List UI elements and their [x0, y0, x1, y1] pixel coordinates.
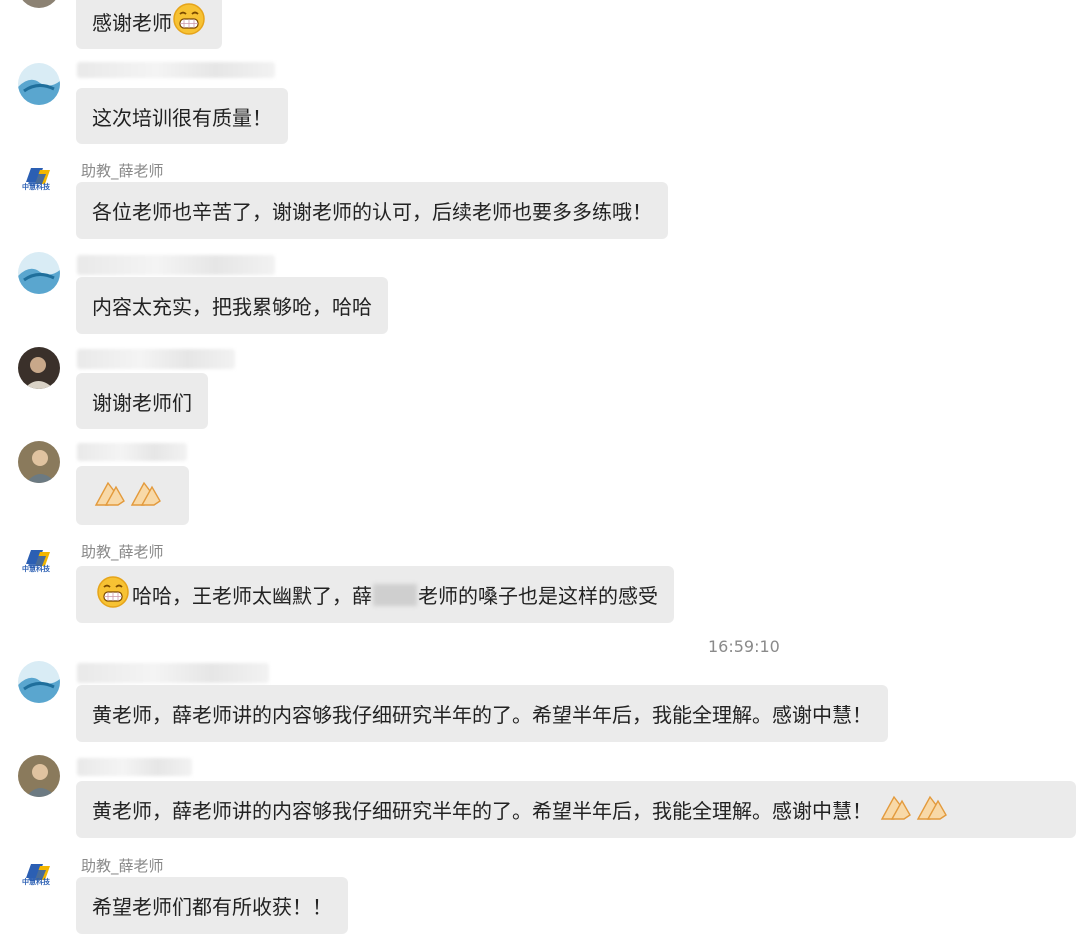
censored-block — [373, 583, 417, 606]
brand-logo-text: 中慧科技 — [22, 878, 50, 886]
brand-logo-avatar[interactable] — [18, 542, 60, 584]
message-text: 感谢老师 — [92, 11, 172, 35]
message-bubble[interactable]: 黄老师，薛老师讲的内容够我仔细研究半年的了。希望半年后，我能全理解。感谢中慧！ — [76, 685, 888, 742]
message-bubble[interactable]: 这次培训很有质量！ — [76, 88, 288, 144]
sender-name: 助教_薛老师 — [81, 857, 164, 875]
blurred-sender-name — [77, 255, 275, 275]
message-bubble[interactable] — [76, 466, 189, 525]
message-text: 哈哈，王老师太幽默了，薛 — [132, 584, 372, 608]
blurred-sender-name — [77, 758, 192, 776]
sender-name: 助教_薛老师 — [81, 543, 164, 561]
message-bubble[interactable]: 希望老师们都有所收获！！ — [76, 877, 348, 934]
brand-logo-text: 中慧科技 — [22, 565, 50, 573]
message-bubble[interactable]: 黄老师，薛老师讲的内容够我仔细研究半年的了。希望半年后，我能全理解。感谢中慧！ — [76, 781, 1076, 838]
pray-emoji-icon — [128, 477, 164, 514]
message-text: 这次培训很有质量！ — [92, 105, 272, 130]
avatar[interactable] — [18, 63, 60, 105]
grin-emoji-icon — [172, 2, 206, 41]
timestamp: 16:59:10 — [708, 637, 780, 656]
grin-emoji-icon — [96, 575, 130, 614]
brand-logo-avatar[interactable] — [18, 160, 60, 202]
message-bubble[interactable]: 各位老师也辛苦了，谢谢老师的认可，后续老师也要多多练哦！ — [76, 182, 668, 239]
message-bubble[interactable]: 内容太充实，把我累够呛，哈哈 — [76, 277, 388, 334]
avatar[interactable] — [18, 441, 60, 483]
avatar[interactable] — [18, 0, 60, 8]
blurred-sender-name — [77, 62, 275, 78]
sender-name: 助教_薛老师 — [81, 162, 164, 180]
message-text: 谢谢老师们 — [92, 390, 192, 415]
message-bubble[interactable]: 谢谢老师们 — [76, 373, 208, 429]
avatar[interactable] — [18, 347, 60, 389]
brand-logo-text: 中慧科技 — [22, 183, 50, 191]
pray-emoji-icon — [878, 791, 914, 828]
message-text: 各位老师也辛苦了，谢谢老师的认可，后续老师也要多多练哦！ — [92, 200, 652, 224]
message-text: 黄老师，薛老师讲的内容够我仔细研究半年的了。希望半年后，我能全理解。感谢中慧！ — [92, 703, 872, 727]
message-bubble[interactable]: 感谢老师 — [76, 0, 222, 49]
pray-emoji-icon — [914, 791, 950, 828]
message-text: 黄老师，薛老师讲的内容够我仔细研究半年的了。希望半年后，我能全理解。感谢中慧！ — [92, 799, 872, 823]
pray-emoji-icon — [92, 477, 128, 514]
blurred-sender-name — [77, 349, 235, 369]
blurred-sender-name — [77, 443, 187, 461]
message-text: 内容太充实，把我累够呛，哈哈 — [92, 295, 372, 319]
blurred-sender-name — [77, 663, 269, 683]
avatar[interactable] — [18, 661, 60, 703]
message-text: 希望老师们都有所收获！！ — [92, 895, 332, 919]
avatar[interactable] — [18, 252, 60, 294]
message-text: 老师的嗓子也是这样的感受 — [418, 584, 658, 608]
message-bubble[interactable]: 哈哈，王老师太幽默了，薛 老师的嗓子也是这样的感受 — [76, 566, 674, 623]
avatar[interactable] — [18, 755, 60, 797]
